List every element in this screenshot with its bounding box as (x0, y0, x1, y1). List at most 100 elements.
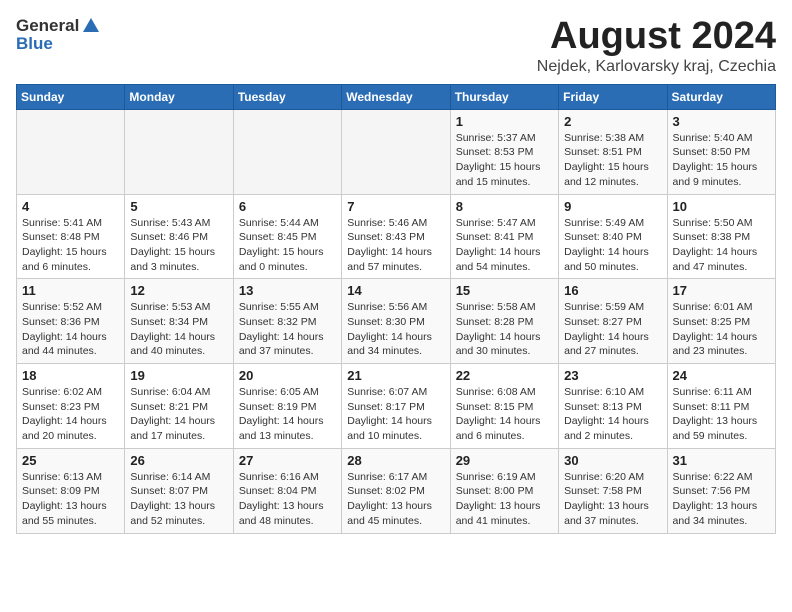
day-number: 22 (456, 368, 553, 383)
day-info: Sunrise: 6:10 AM Sunset: 8:13 PM Dayligh… (564, 385, 661, 444)
day-number: 13 (239, 283, 336, 298)
day-number: 30 (564, 453, 661, 468)
logo-blue-text: Blue (16, 34, 53, 54)
day-number: 6 (239, 199, 336, 214)
calendar-cell (125, 109, 233, 194)
calendar-cell: 29 Sunrise: 6:19 AM Sunset: 8:00 PM Dayli… (450, 448, 558, 533)
day-number: 28 (347, 453, 444, 468)
day-info: Sunrise: 5:52 AM Sunset: 8:36 PM Dayligh… (22, 300, 119, 359)
calendar-cell: 21Sunrise: 6:07 AM Sunset: 8:17 PM Dayli… (342, 364, 450, 449)
day-info: Sunrise: 5:44 AM Sunset: 8:45 PM Dayligh… (239, 216, 336, 275)
calendar-cell: 23 Sunrise: 6:10 AM Sunset: 8:13 PM Dayli… (559, 364, 667, 449)
day-number: 27 (239, 453, 336, 468)
calendar-body: 1 Sunrise: 5:37 AM Sunset: 8:53 PM Daylig… (17, 109, 776, 533)
calendar-cell: 4 Sunrise: 5:41 AM Sunset: 8:48 PM Daylig… (17, 194, 125, 279)
day-number: 7 (347, 199, 444, 214)
day-info: Sunrise: 5:37 AM Sunset: 8:53 PM Dayligh… (456, 131, 553, 190)
calendar-cell: 27 Sunrise: 6:16 AM Sunset: 8:04 PM Dayli… (233, 448, 341, 533)
calendar-cell: 30 Sunrise: 6:20 AM Sunset: 7:58 PM Dayli… (559, 448, 667, 533)
subtitle: Nejdek, Karlovarsky kraj, Czechia (537, 58, 776, 76)
day-number: 20 (239, 368, 336, 383)
day-info: Sunrise: 5:53 AM Sunset: 8:34 PM Dayligh… (130, 300, 227, 359)
day-info: Sunrise: 6:20 AM Sunset: 7:58 PM Dayligh… (564, 470, 661, 529)
calendar-week-2: 4 Sunrise: 5:41 AM Sunset: 8:48 PM Daylig… (17, 194, 776, 279)
calendar-cell: 26 Sunrise: 6:14 AM Sunset: 8:07 PM Dayli… (125, 448, 233, 533)
day-number: 10 (673, 199, 770, 214)
day-number: 1 (456, 114, 553, 129)
calendar-cell: 15Sunrise: 5:58 AM Sunset: 8:28 PM Dayli… (450, 279, 558, 364)
calendar-cell: 18 Sunrise: 6:02 AM Sunset: 8:23 PM Dayli… (17, 364, 125, 449)
day-number: 19 (130, 368, 227, 383)
calendar-cell: 1 Sunrise: 5:37 AM Sunset: 8:53 PM Daylig… (450, 109, 558, 194)
calendar-cell (17, 109, 125, 194)
col-monday: Monday (125, 84, 233, 109)
day-info: Sunrise: 6:22 AM Sunset: 7:56 PM Dayligh… (673, 470, 770, 529)
day-number: 4 (22, 199, 119, 214)
calendar-cell: 7 Sunrise: 5:46 AM Sunset: 8:43 PM Daylig… (342, 194, 450, 279)
day-info: Sunrise: 6:08 AM Sunset: 8:15 PM Dayligh… (456, 385, 553, 444)
calendar-cell: 24 Sunrise: 6:11 AM Sunset: 8:11 PM Dayli… (667, 364, 775, 449)
calendar-cell: 17Sunrise: 6:01 AM Sunset: 8:25 PM Dayli… (667, 279, 775, 364)
calendar-cell: 9Sunrise: 5:49 AM Sunset: 8:40 PM Daylig… (559, 194, 667, 279)
calendar-header: Sunday Monday Tuesday Wednesday Thursday… (17, 84, 776, 109)
calendar-cell: 16 Sunrise: 5:59 AM Sunset: 8:27 PM Dayli… (559, 279, 667, 364)
calendar-cell (342, 109, 450, 194)
logo-general-text: General (16, 16, 79, 36)
day-number: 26 (130, 453, 227, 468)
calendar-week-3: 11Sunrise: 5:52 AM Sunset: 8:36 PM Dayli… (17, 279, 776, 364)
calendar-cell: 8Sunrise: 5:47 AM Sunset: 8:41 PM Daylig… (450, 194, 558, 279)
col-tuesday: Tuesday (233, 84, 341, 109)
day-number: 21 (347, 368, 444, 383)
day-info: Sunrise: 5:46 AM Sunset: 8:43 PM Dayligh… (347, 216, 444, 275)
day-info: Sunrise: 5:56 AM Sunset: 8:30 PM Dayligh… (347, 300, 444, 359)
day-number: 12 (130, 283, 227, 298)
calendar-cell: 12 Sunrise: 5:53 AM Sunset: 8:34 PM Dayli… (125, 279, 233, 364)
day-info: Sunrise: 6:05 AM Sunset: 8:19 PM Dayligh… (239, 385, 336, 444)
header-row: Sunday Monday Tuesday Wednesday Thursday… (17, 84, 776, 109)
day-number: 18 (22, 368, 119, 383)
day-info: Sunrise: 5:50 AM Sunset: 8:38 PM Dayligh… (673, 216, 770, 275)
day-number: 24 (673, 368, 770, 383)
calendar-cell: 3 Sunrise: 5:40 AM Sunset: 8:50 PM Daylig… (667, 109, 775, 194)
day-info: Sunrise: 6:16 AM Sunset: 8:04 PM Dayligh… (239, 470, 336, 529)
day-number: 3 (673, 114, 770, 129)
calendar-week-5: 25 Sunrise: 6:13 AM Sunset: 8:09 PM Dayli… (17, 448, 776, 533)
calendar-cell: 25 Sunrise: 6:13 AM Sunset: 8:09 PM Dayli… (17, 448, 125, 533)
calendar-cell: 5Sunrise: 5:43 AM Sunset: 8:46 PM Daylig… (125, 194, 233, 279)
day-number: 25 (22, 453, 119, 468)
day-info: Sunrise: 5:49 AM Sunset: 8:40 PM Dayligh… (564, 216, 661, 275)
calendar-cell: 28 Sunrise: 6:17 AM Sunset: 8:02 PM Dayli… (342, 448, 450, 533)
day-number: 2 (564, 114, 661, 129)
calendar-cell: 13 Sunrise: 5:55 AM Sunset: 8:32 PM Dayli… (233, 279, 341, 364)
day-info: Sunrise: 5:41 AM Sunset: 8:48 PM Dayligh… (22, 216, 119, 275)
page-header: General Blue August 2024 Nejdek, Karlova… (16, 16, 776, 76)
day-number: 23 (564, 368, 661, 383)
day-info: Sunrise: 6:14 AM Sunset: 8:07 PM Dayligh… (130, 470, 227, 529)
day-info: Sunrise: 5:59 AM Sunset: 8:27 PM Dayligh… (564, 300, 661, 359)
day-number: 16 (564, 283, 661, 298)
day-info: Sunrise: 6:17 AM Sunset: 8:02 PM Dayligh… (347, 470, 444, 529)
day-info: Sunrise: 5:55 AM Sunset: 8:32 PM Dayligh… (239, 300, 336, 359)
day-info: Sunrise: 5:40 AM Sunset: 8:50 PM Dayligh… (673, 131, 770, 190)
calendar-cell: 10 Sunrise: 5:50 AM Sunset: 8:38 PM Dayli… (667, 194, 775, 279)
day-info: Sunrise: 5:58 AM Sunset: 8:28 PM Dayligh… (456, 300, 553, 359)
day-info: Sunrise: 6:11 AM Sunset: 8:11 PM Dayligh… (673, 385, 770, 444)
calendar-cell: 19 Sunrise: 6:04 AM Sunset: 8:21 PM Dayli… (125, 364, 233, 449)
logo-icon (81, 16, 101, 36)
day-number: 17 (673, 283, 770, 298)
logo: General Blue (16, 16, 103, 54)
day-info: Sunrise: 6:13 AM Sunset: 8:09 PM Dayligh… (22, 470, 119, 529)
day-info: Sunrise: 6:04 AM Sunset: 8:21 PM Dayligh… (130, 385, 227, 444)
day-number: 29 (456, 453, 553, 468)
calendar-cell: 11Sunrise: 5:52 AM Sunset: 8:36 PM Dayli… (17, 279, 125, 364)
calendar-cell: 14Sunrise: 5:56 AM Sunset: 8:30 PM Dayli… (342, 279, 450, 364)
day-info: Sunrise: 6:19 AM Sunset: 8:00 PM Dayligh… (456, 470, 553, 529)
day-info: Sunrise: 6:02 AM Sunset: 8:23 PM Dayligh… (22, 385, 119, 444)
col-thursday: Thursday (450, 84, 558, 109)
calendar-week-1: 1 Sunrise: 5:37 AM Sunset: 8:53 PM Daylig… (17, 109, 776, 194)
col-wednesday: Wednesday (342, 84, 450, 109)
col-friday: Friday (559, 84, 667, 109)
calendar-cell (233, 109, 341, 194)
calendar-cell: 31Sunrise: 6:22 AM Sunset: 7:56 PM Dayli… (667, 448, 775, 533)
calendar-cell: 6 Sunrise: 5:44 AM Sunset: 8:45 PM Daylig… (233, 194, 341, 279)
